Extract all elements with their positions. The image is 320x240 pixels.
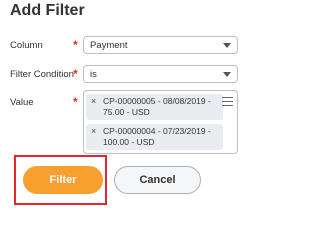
selected-value-text: CP-00000004 - 07/23/2019 - 100.00 - USD	[103, 126, 211, 147]
value-label: Value	[10, 97, 34, 108]
list-icon[interactable]	[222, 97, 233, 106]
selected-value-pill: × CP-00000005 - 08/08/2019 - 75.00 - USD	[86, 94, 223, 120]
selected-value-text: CP-00000005 - 08/08/2019 - 75.00 - USD	[103, 96, 211, 117]
filter-condition-label: Filter Condition	[10, 69, 74, 80]
chevron-down-icon	[223, 43, 231, 48]
chevron-down-icon	[223, 72, 231, 77]
filter-condition-required-marker: *	[73, 67, 78, 81]
value-multiselect[interactable]: × CP-00000005 - 08/08/2019 - 75.00 - USD…	[83, 90, 238, 154]
remove-icon[interactable]: ×	[91, 96, 96, 106]
dialog-title: Add Filter	[10, 2, 85, 19]
filter-condition-select-value: is	[90, 69, 97, 80]
cancel-button[interactable]: Cancel	[114, 166, 201, 194]
filter-button[interactable]: Filter	[23, 166, 103, 194]
column-select-value: Payment	[90, 40, 128, 51]
selected-value-pill: × CP-00000004 - 07/23/2019 - 100.00 - US…	[86, 124, 223, 150]
column-label: Column	[10, 40, 43, 51]
filter-condition-select[interactable]: is	[83, 65, 238, 83]
value-required-marker: *	[73, 95, 78, 109]
remove-icon[interactable]: ×	[91, 126, 96, 136]
column-select[interactable]: Payment	[83, 36, 238, 54]
column-required-marker: *	[73, 38, 78, 52]
